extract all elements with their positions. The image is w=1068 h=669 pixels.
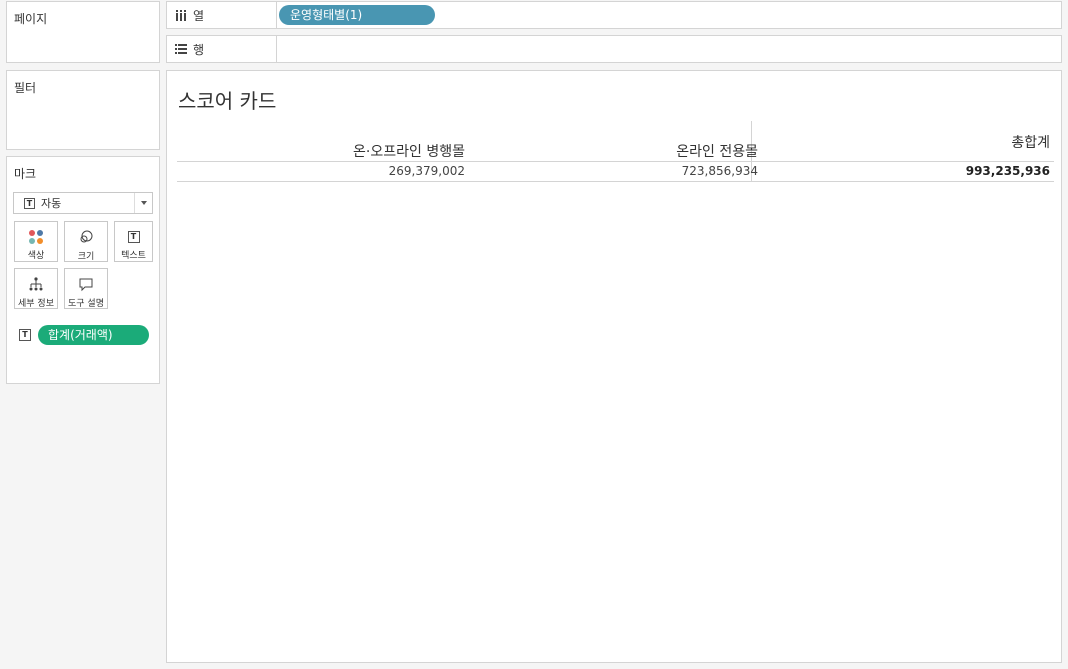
- rows-shelf-label: 행: [167, 36, 277, 62]
- value-online-only[interactable]: 723,856,934: [682, 164, 758, 178]
- hierarchy-icon: [26, 276, 46, 292]
- detail-button-label: 세부 정보: [18, 299, 54, 309]
- text-icon: T: [124, 229, 144, 244]
- operation-type-pill[interactable]: 운영형태별(1): [279, 5, 435, 25]
- text-button[interactable]: T 텍스트: [114, 221, 153, 262]
- header-grand-total[interactable]: 총합계: [1011, 132, 1050, 152]
- sum-transaction-pill[interactable]: 합계(거래액): [38, 325, 149, 345]
- value-grand-total[interactable]: 993,235,936: [966, 164, 1050, 178]
- mark-type-dropdown[interactable]: T 자동: [13, 192, 153, 214]
- text-mark-icon: T: [24, 197, 35, 209]
- size-button-label: 크기: [77, 252, 95, 262]
- marks-panel: 마크 T 자동 색상 크기 T 텍스트 세부 정보 도구 설명 T 합계(거래액…: [6, 156, 160, 384]
- chevron-down-icon[interactable]: [134, 193, 152, 213]
- text-button-label: 텍스트: [121, 251, 146, 261]
- scorecard-table: 온·오프라인 병행몰 온라인 전용몰 총합계 269,379,002 723,8…: [177, 121, 1054, 182]
- columns-shelf-label: 열: [167, 2, 277, 28]
- table-row: 269,379,002 723,856,934 993,235,936: [177, 162, 1054, 182]
- rows-icon: [175, 43, 187, 55]
- header-online-only[interactable]: 온라인 전용몰: [676, 141, 758, 161]
- tooltip-button[interactable]: 도구 설명: [64, 268, 108, 309]
- size-icon: [76, 229, 96, 245]
- pages-panel[interactable]: 페이지: [6, 1, 160, 63]
- rows-label-text: 행: [193, 42, 205, 57]
- value-online-offline[interactable]: 269,379,002: [389, 164, 465, 178]
- mark-type-label: 자동: [41, 197, 62, 210]
- marks-field-row: T 합계(거래액): [19, 325, 149, 345]
- rows-shelf[interactable]: 행: [166, 35, 1062, 63]
- color-button-label: 색상: [27, 251, 45, 261]
- text-encoding-icon[interactable]: T: [19, 329, 31, 341]
- header-online-offline[interactable]: 온·오프라인 병행몰: [353, 141, 465, 161]
- speech-bubble-icon: [76, 276, 96, 292]
- columns-shelf[interactable]: 열 운영형태별(1): [166, 1, 1062, 29]
- marks-panel-title: 마크: [14, 167, 37, 181]
- worksheet-view: 스코어 카드 온·오프라인 병행몰 온라인 전용몰 총합계 269,379,00…: [166, 70, 1062, 663]
- worksheet-title[interactable]: 스코어 카드: [178, 85, 276, 114]
- columns-label-text: 열: [193, 8, 205, 23]
- table-header-row: 온·오프라인 병행몰 온라인 전용몰 총합계: [177, 121, 1054, 162]
- size-button[interactable]: 크기: [64, 221, 108, 262]
- columns-icon: [175, 9, 187, 21]
- filters-panel-title: 필터: [14, 81, 37, 95]
- detail-button[interactable]: 세부 정보: [14, 268, 58, 309]
- filters-panel[interactable]: 필터: [6, 70, 160, 150]
- tooltip-button-label: 도구 설명: [68, 299, 104, 309]
- color-button[interactable]: 색상: [14, 221, 58, 262]
- pages-panel-title: 페이지: [14, 12, 48, 26]
- color-palette-icon: [26, 229, 46, 244]
